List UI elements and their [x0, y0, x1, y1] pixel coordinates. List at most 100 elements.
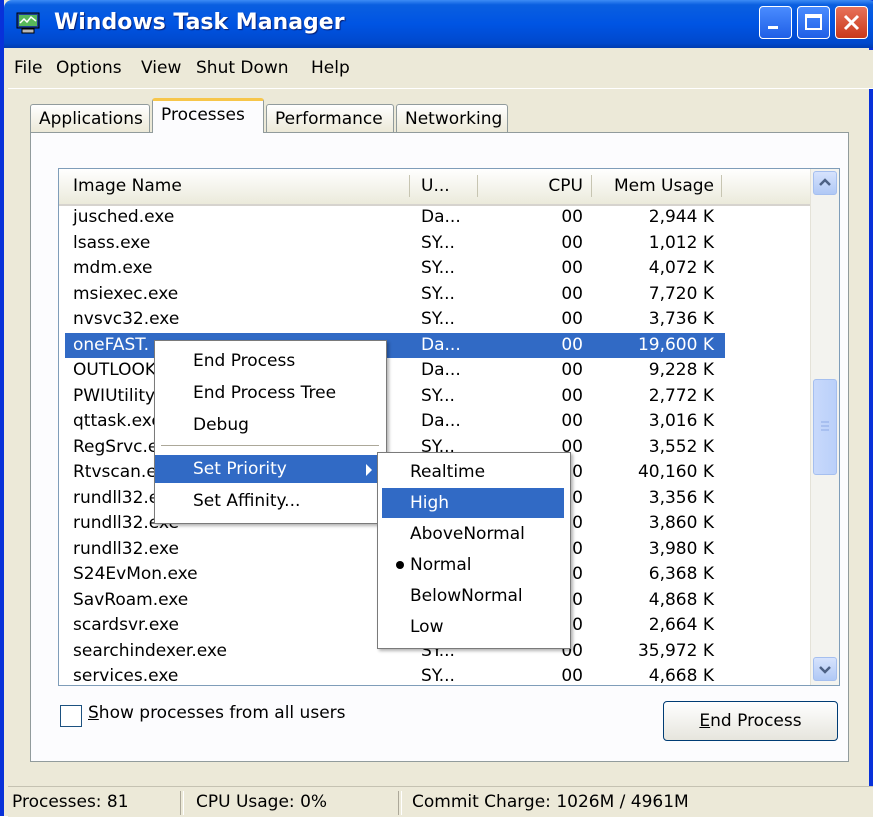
radio-bullet-icon [396, 561, 404, 569]
process-mem-usage: 6,368 K [648, 564, 714, 584]
process-mem-usage: 3,552 K [648, 436, 714, 457]
table-row[interactable]: lsass.exe SY... 00 1,012 K [59, 231, 811, 256]
status-processes: Processes: 81 [12, 792, 129, 812]
priority-abovenormal[interactable]: AboveNormal [382, 519, 564, 549]
process-name: msiexec.exe [73, 283, 179, 304]
process-name: oneFAST. [73, 334, 150, 355]
minimize-button[interactable] [759, 6, 792, 39]
column-image-name[interactable]: Image Name [73, 169, 182, 204]
status-divider [398, 791, 402, 815]
process-cpu: 00 [561, 385, 583, 406]
process-mem-usage: 3,356 K [648, 487, 714, 508]
process-name: jusched.exe [73, 207, 175, 227]
task-manager-window: Windows Task Manager File Options View S… [0, 0, 873, 817]
menu-end-process[interactable]: End Process [155, 347, 384, 375]
process-user: SY... [421, 385, 455, 406]
process-name: rundll32.exe [73, 538, 179, 559]
window-title: Windows Task Manager [54, 10, 345, 35]
process-user: SY... [421, 232, 455, 253]
menu-file[interactable]: File [14, 58, 42, 78]
show-all-users-label: Show processes from all users [88, 703, 346, 723]
menu-set-affinity[interactable]: Set Affinity... [155, 487, 384, 515]
process-mem-usage: 2,772 K [648, 385, 714, 406]
column-divider[interactable] [477, 175, 478, 197]
vertical-scrollbar[interactable] [810, 169, 839, 685]
tab-performance[interactable]: Performance [266, 104, 394, 132]
menu-debug[interactable]: Debug [155, 411, 384, 439]
close-icon [843, 14, 860, 31]
chevron-down-icon [819, 666, 831, 674]
scroll-up-button[interactable] [813, 171, 837, 195]
title-bar[interactable]: Windows Task Manager [4, 0, 873, 48]
process-cpu: 00 [561, 411, 583, 431]
table-row[interactable]: jusched.exe Da... 00 2,944 K [59, 205, 811, 230]
process-mem-usage: 3,980 K [648, 538, 714, 559]
column-divider[interactable] [721, 175, 722, 197]
menu-separator [161, 445, 379, 446]
process-name: qttask.exe [73, 411, 162, 431]
end-process-button[interactable]: End Process [663, 701, 838, 741]
menu-view[interactable]: View [141, 58, 181, 78]
task-manager-icon [16, 12, 40, 34]
process-cpu: 00 [561, 666, 583, 686]
grip-icon [821, 421, 829, 431]
column-user[interactable]: U... [421, 169, 450, 204]
process-mem-usage: 19,600 K [637, 334, 714, 355]
process-name: mdm.exe [73, 258, 153, 278]
priority-realtime[interactable]: Realtime [382, 457, 564, 487]
show-all-users-checkbox[interactable] [60, 705, 82, 727]
table-row[interactable]: nvsvc32.exe SY... 00 3,736 K [59, 307, 811, 332]
process-cpu: 00 [561, 232, 583, 253]
maximize-button[interactable] [797, 6, 830, 39]
list-header: Image Name U... CPU Mem Usage [59, 169, 811, 206]
process-user: Da... [421, 360, 461, 380]
column-mem-usage[interactable]: Mem Usage [599, 169, 714, 204]
process-mem-usage: 3,016 K [648, 411, 714, 431]
table-row[interactable]: services.exe SY... 00 4,668 K [59, 664, 811, 686]
process-cpu: 00 [561, 360, 583, 380]
table-row[interactable]: mdm.exe SY... 00 4,072 K [59, 256, 811, 281]
process-mem-usage: 4,668 K [648, 666, 714, 686]
tab-applications[interactable]: Applications [30, 104, 150, 132]
process-cpu: 00 [561, 334, 583, 355]
menu-end-process-tree[interactable]: End Process Tree [155, 379, 384, 407]
tab-networking[interactable]: Networking [396, 104, 508, 132]
process-name: OUTLOOK [73, 360, 156, 380]
column-divider[interactable] [591, 175, 592, 197]
process-name: S24EvMon.exe [73, 564, 198, 584]
priority-submenu: Realtime High AboveNormal Normal BelowNormal… [377, 452, 571, 649]
priority-belownormal[interactable]: BelowNormal [382, 581, 564, 611]
menu-bar: File Options View Shut Down Help [8, 50, 873, 89]
column-cpu[interactable]: CPU [519, 169, 583, 204]
submenu-arrow-icon [366, 464, 372, 476]
menu-options[interactable]: Options [56, 58, 122, 78]
menu-set-priority[interactable]: Set Priority [155, 455, 384, 483]
process-user: SY... [421, 258, 455, 278]
process-mem-usage: 1,012 K [648, 232, 714, 253]
status-cpu-usage: CPU Usage: 0% [196, 792, 328, 812]
scroll-down-button[interactable] [813, 657, 837, 681]
priority-low[interactable]: Low [382, 612, 564, 642]
process-name: searchindexer.exe [73, 640, 227, 661]
process-mem-usage: 35,972 K [637, 640, 714, 661]
process-user: Da... [421, 334, 461, 355]
process-name: nvsvc32.exe [73, 309, 180, 329]
menu-shut-down[interactable]: Shut Down [196, 58, 289, 78]
scroll-thumb[interactable] [813, 379, 837, 475]
process-name: Rtvscan.e [73, 462, 157, 482]
process-user: SY... [421, 283, 455, 304]
tab-processes[interactable]: Processes [152, 98, 264, 133]
process-mem-usage: 4,868 K [648, 589, 714, 610]
process-mem-usage: 7,720 K [648, 283, 714, 304]
close-button[interactable] [835, 6, 868, 39]
status-commit-charge: Commit Charge: 1026M / 4961M [412, 792, 689, 812]
priority-normal[interactable]: Normal [382, 550, 564, 580]
priority-high[interactable]: High [382, 488, 564, 518]
table-row[interactable]: msiexec.exe SY... 00 7,720 K [59, 282, 811, 307]
process-cpu: 00 [561, 258, 583, 278]
status-bar: Processes: 81 CPU Usage: 0% Commit Charg… [8, 786, 873, 817]
process-mem-usage: 9,228 K [648, 360, 714, 380]
menu-help[interactable]: Help [311, 58, 350, 78]
column-divider[interactable] [409, 175, 410, 197]
process-mem-usage: 2,944 K [648, 207, 714, 227]
